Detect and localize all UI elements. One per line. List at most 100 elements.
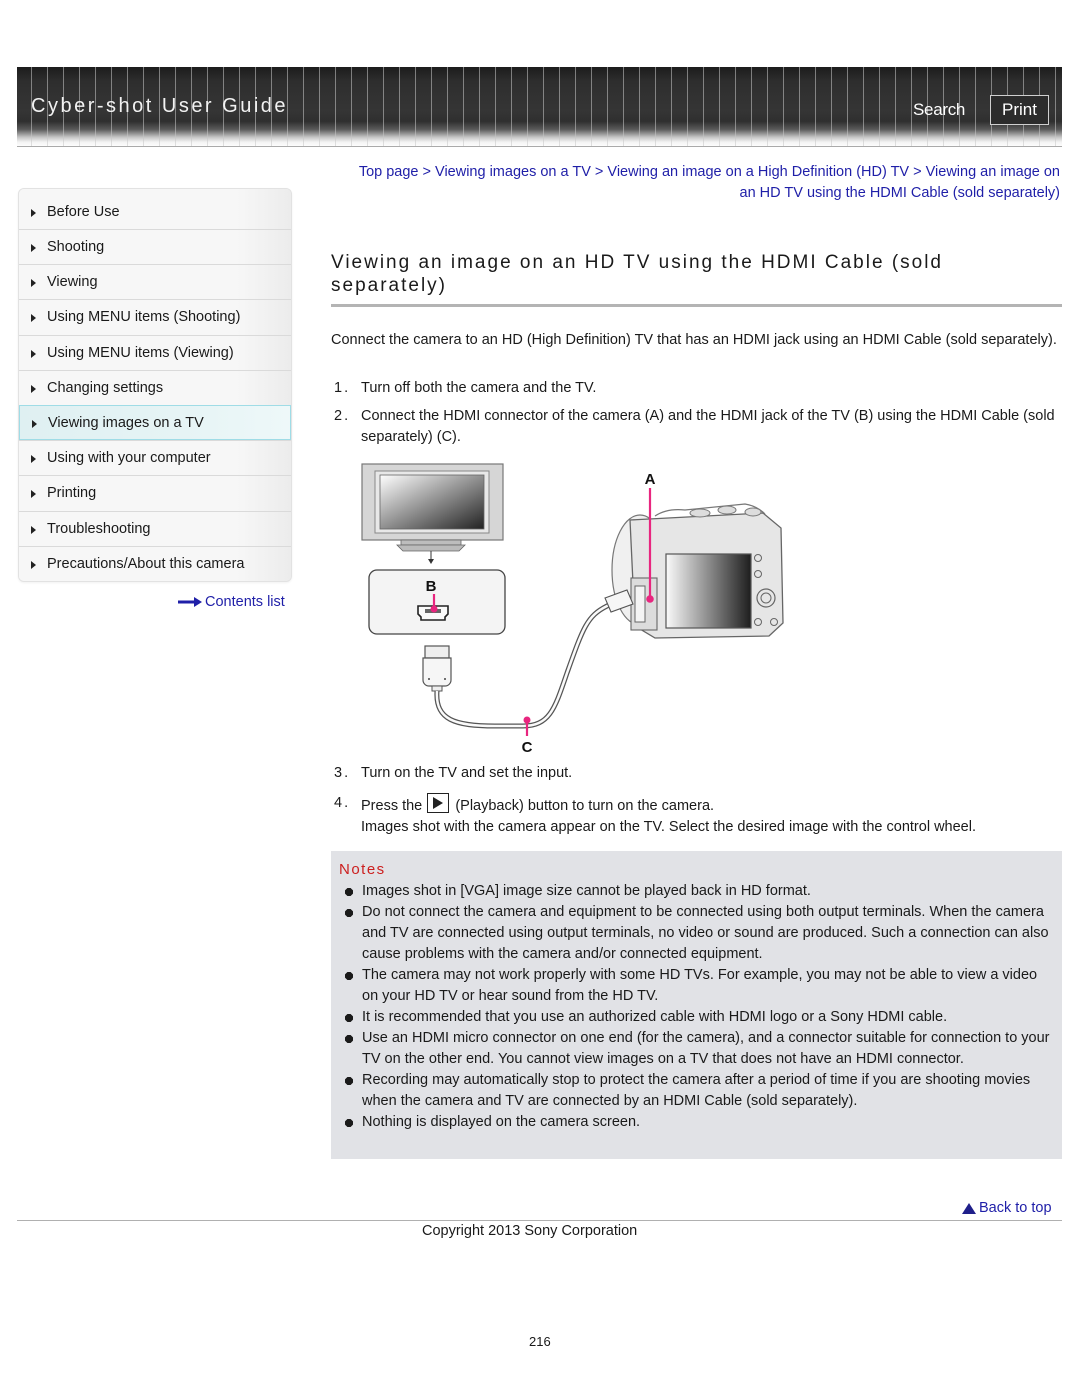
step-text: Turn off both the camera and the TV. [361, 380, 597, 396]
breadcrumb: Top page > Viewing images on a TV > View… [340, 162, 1060, 204]
tv-illustration [361, 463, 504, 564]
label-a: A [645, 471, 656, 488]
bullet-icon [339, 965, 362, 1007]
sidebar-item-label: Changing settings [47, 379, 164, 396]
hdmi-connection-diagram: B C A [361, 463, 784, 754]
caret-right-icon [31, 525, 36, 534]
title-divider [331, 304, 1062, 307]
step-number: 1. [334, 380, 351, 396]
caret-right-icon [31, 560, 36, 569]
note-item: Do not connect the camera and equipment … [339, 902, 1052, 965]
footer-divider [17, 1220, 1062, 1221]
print-button[interactable]: Print [990, 95, 1049, 125]
label-b: B [426, 578, 437, 595]
sidebar-item-menu-shooting[interactable]: Using MENU items (Shooting) [19, 299, 291, 335]
sidebar-item-changing-settings[interactable]: Changing settings [19, 369, 291, 405]
note-item: The camera may not work properly with so… [339, 965, 1052, 1007]
caret-right-icon [31, 490, 36, 499]
note-text: Nothing is displayed on the camera scree… [362, 1114, 641, 1130]
triangle-up-icon [962, 1202, 976, 1214]
step-number: 2. [334, 408, 351, 424]
sidebar-item-label: Viewing [47, 274, 98, 291]
step-1: 1. Turn off both the camera and the TV. [334, 378, 1059, 399]
caret-right-icon [31, 209, 36, 217]
notes-title: Notes [339, 861, 386, 878]
step-3: 3. Turn on the TV and set the input. [334, 763, 1059, 784]
tv-hdmi-jack-inset: B [368, 569, 506, 635]
page-number: 216 [529, 1334, 551, 1349]
note-text: Do not connect the camera and equipment … [362, 904, 1049, 962]
breadcrumb-item[interactable]: Viewing an image on a High Definition (H… [607, 164, 909, 180]
caret-right-icon [31, 244, 36, 253]
bullet-icon [339, 1028, 362, 1070]
note-item: Images shot in [VGA] image size cannot b… [339, 881, 1052, 902]
step-text-after: (Playback) button to turn on the camera. [455, 798, 715, 814]
sidebar-item-label: Precautions/About this camera [47, 555, 245, 572]
breadcrumb-separator: > [422, 164, 436, 180]
contents-list-label: Contents list [205, 594, 285, 610]
note-text: The camera may not work properly with so… [362, 967, 1038, 1004]
sidebar-item-menu-viewing[interactable]: Using MENU items (Viewing) [19, 334, 291, 370]
sidebar-item-label: Printing [47, 485, 97, 502]
sidebar-item-printing[interactable]: Printing [19, 475, 291, 511]
sidebar-nav: Before Use Shooting Viewing Using MENU i… [18, 188, 292, 582]
sidebar-item-label: Shooting [47, 239, 105, 256]
app-title: Cyber-shot User Guide [31, 95, 289, 117]
sidebar-item-label: Troubleshooting [47, 520, 151, 537]
caret-right-icon [32, 419, 37, 428]
bullet-icon [339, 1112, 362, 1133]
back-to-top-label: Back to top [979, 1200, 1052, 1216]
step-2: 2. Connect the HDMI connector of the cam… [334, 406, 1059, 448]
sidebar-item-before-use[interactable]: Before Use [19, 189, 291, 229]
label-c: C [522, 739, 533, 754]
note-text: Recording may automatically stop to prot… [362, 1072, 1031, 1109]
copyright-text: Copyright 2013 Sony Corporation [422, 1223, 638, 1239]
note-text: Images shot in [VGA] image size cannot b… [362, 883, 811, 899]
bullet-icon [339, 881, 362, 902]
intro-text: Connect the camera to an HD (High Defini… [331, 332, 1057, 348]
sidebar-item-label: Using with your computer [47, 450, 211, 467]
caret-right-icon [31, 279, 36, 288]
caret-right-icon [31, 384, 36, 393]
back-to-top-link[interactable]: Back to top [962, 1200, 1052, 1216]
sidebar-item-computer[interactable]: Using with your computer [19, 440, 291, 476]
step-text: Turn on the TV and set the input. [361, 765, 573, 781]
header-banner: Cyber-shot User Guide Search Print [17, 67, 1062, 147]
contents-list-link[interactable]: Contents list [178, 594, 285, 610]
step-text: Press the (Playback) button to turn on t… [361, 793, 1059, 838]
sidebar-item-label: Before Use [47, 204, 120, 220]
step-number: 4. [334, 795, 351, 811]
search-button[interactable]: Search [913, 100, 965, 120]
note-item: Use an HDMI micro connector on one end (… [339, 1028, 1052, 1070]
arrow-right-icon [178, 597, 202, 607]
sidebar-item-precautions[interactable]: Precautions/About this camera [19, 545, 291, 581]
note-text: It is recommended that you use an author… [362, 1009, 948, 1025]
sidebar-item-label: Viewing images on a TV [48, 414, 204, 431]
page-title: Viewing an image on an HD TV using the H… [331, 252, 943, 296]
breadcrumb-separator: > [594, 164, 608, 180]
sidebar-item-troubleshooting[interactable]: Troubleshooting [19, 510, 291, 546]
sidebar-item-label: Using MENU items (Viewing) [47, 344, 234, 361]
sidebar-item-shooting[interactable]: Shooting [19, 229, 291, 265]
playback-icon [427, 793, 450, 813]
step-text-before: Press the [361, 798, 423, 814]
bullet-icon [339, 1007, 362, 1028]
caret-right-icon [31, 349, 36, 358]
sidebar-item-viewing-on-tv[interactable]: Viewing images on a TV [19, 404, 291, 441]
note-item: Recording may automatically stop to prot… [339, 1070, 1052, 1112]
step-4: 4. Press the (Playback) button to turn o… [334, 793, 1059, 838]
step-subtext: Images shot with the camera appear on th… [361, 819, 976, 835]
breadcrumb-item[interactable]: Viewing images on a TV [435, 164, 591, 180]
step-number: 3. [334, 765, 351, 781]
bullet-icon [339, 902, 362, 965]
sidebar-item-viewing[interactable]: Viewing [19, 264, 291, 300]
bullet-icon [339, 1070, 362, 1112]
camera-illustration: A [604, 471, 784, 639]
breadcrumb-item[interactable]: Top page [359, 164, 419, 180]
caret-right-icon [31, 314, 36, 323]
sidebar-item-label: Using MENU items (Shooting) [47, 309, 241, 326]
note-text: Use an HDMI micro connector on one end (… [362, 1030, 1050, 1067]
notes-box: Notes Images shot in [VGA] image size ca… [331, 851, 1062, 1159]
note-item: Nothing is displayed on the camera scree… [339, 1112, 1052, 1133]
breadcrumb-separator: > [913, 164, 926, 180]
